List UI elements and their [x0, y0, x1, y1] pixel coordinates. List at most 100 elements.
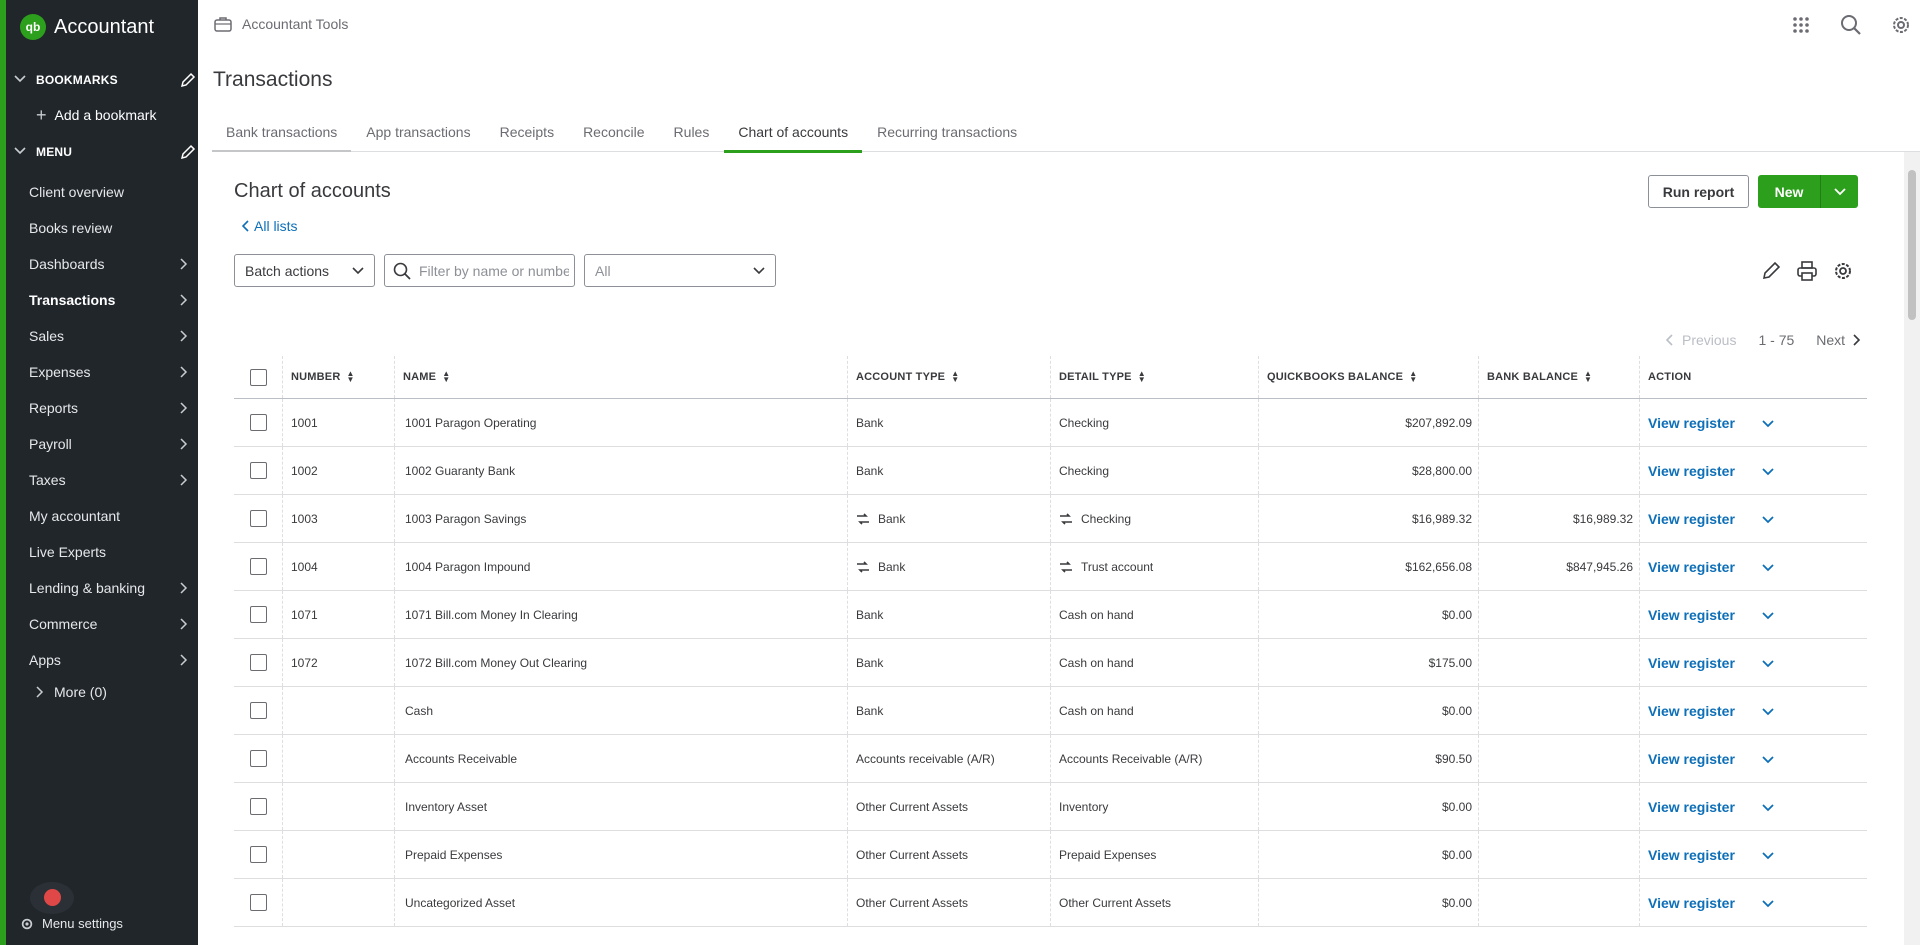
table-row[interactable]: Inventory Asset Other Current Assets Inven… [234, 783, 1867, 831]
chevron-down-icon[interactable] [1761, 848, 1775, 862]
tab-app-transactions[interactable]: App transactions [352, 118, 484, 152]
chevron-down-icon[interactable] [1761, 800, 1775, 814]
chevron-down-icon[interactable] [1761, 704, 1775, 718]
tab-reconcile[interactable]: Reconcile [569, 118, 658, 152]
table-row[interactable]: Cash Bank Cash on hand $0.00 View register [234, 687, 1867, 735]
scrollbar-thumb[interactable] [1908, 170, 1916, 320]
quickbooks-balance-text: $28,800.00 [1411, 463, 1472, 478]
row-checkbox[interactable] [249, 414, 267, 431]
sidebar-item-my-accountant[interactable]: My accountant [6, 498, 198, 534]
edit-pencil-icon[interactable] [1760, 260, 1782, 282]
sidebar-item-payroll[interactable]: Payroll [6, 426, 198, 462]
sidebar-item-apps[interactable]: Apps [6, 642, 198, 678]
row-checkbox[interactable] [249, 798, 267, 815]
sidebar-item-lending-banking[interactable]: Lending & banking [6, 570, 198, 606]
chevron-down-icon[interactable] [1761, 896, 1775, 910]
chevron-down-icon[interactable] [1761, 512, 1775, 526]
row-checkbox[interactable] [249, 750, 267, 767]
bookmarks-header[interactable]: BOOKMARKS [14, 72, 196, 88]
table-row[interactable]: 1004 1004 Paragon Impound Bank Trust accoun… [234, 543, 1867, 591]
view-register-link[interactable]: View register [1648, 415, 1735, 431]
detail-type-header[interactable]: DETAIL TYPE ▲ ▼ [1051, 356, 1259, 398]
search-icon[interactable] [1840, 14, 1862, 36]
next-page-button[interactable]: Next [1816, 332, 1861, 348]
gear-icon[interactable] [1890, 14, 1912, 36]
filter-input[interactable] [419, 262, 569, 279]
sidebar-item-live-experts[interactable]: Live Experts [6, 534, 198, 570]
chevron-down-icon[interactable] [1761, 752, 1775, 766]
row-checkbox[interactable] [249, 702, 267, 719]
select-all-checkbox[interactable] [249, 368, 267, 386]
edit-bookmarks-pencil-icon[interactable] [180, 72, 196, 88]
add-bookmark-link[interactable]: + Add a bookmark [36, 106, 156, 124]
previous-page-button[interactable]: Previous [1666, 332, 1736, 348]
table-row[interactable]: Accounts Receivable Accounts receivable (… [234, 735, 1867, 783]
view-register-link[interactable]: View register [1648, 463, 1735, 479]
view-register-link[interactable]: View register [1648, 847, 1735, 863]
view-register-link[interactable]: View register [1648, 895, 1735, 911]
tab-bank-transactions[interactable]: Bank transactions [212, 118, 352, 152]
table-settings-gear-icon[interactable] [1832, 260, 1854, 282]
view-register-link[interactable]: View register [1648, 655, 1735, 671]
table-row[interactable]: 1072 1072 Bill.com Money Out Clearing Bank… [234, 639, 1867, 687]
all-lists-link[interactable]: All lists [242, 218, 298, 234]
menu-settings-button[interactable]: Menu settings [20, 916, 123, 931]
row-checkbox[interactable] [249, 654, 267, 671]
table-row[interactable]: 1002 1002 Guaranty Bank Bank Checking $28,80… [234, 447, 1867, 495]
row-checkbox[interactable] [249, 846, 267, 863]
view-register-link[interactable]: View register [1648, 511, 1735, 527]
more-menu-item[interactable]: More (0) [36, 684, 107, 700]
run-report-button[interactable]: Run report [1648, 175, 1749, 208]
sidebar-item-books-review[interactable]: Books review [6, 210, 198, 246]
sidebar-item-expenses[interactable]: Expenses [6, 354, 198, 390]
sidebar-item-client-overview[interactable]: Client overview [6, 174, 198, 210]
row-checkbox[interactable] [249, 510, 267, 527]
account-type-select[interactable]: All [584, 254, 776, 287]
table-row[interactable]: 1001 1001 Paragon Operating Bank Checking $2… [234, 399, 1867, 447]
view-register-link[interactable]: View register [1648, 559, 1735, 575]
print-icon[interactable] [1796, 260, 1818, 282]
new-dropdown-button[interactable] [1820, 175, 1858, 208]
menu-header[interactable]: MENU [14, 144, 196, 160]
table-row[interactable]: 1071 1071 Bill.com Money In Clearing Bank C… [234, 591, 1867, 639]
sidebar-item-dashboards[interactable]: Dashboards [6, 246, 198, 282]
chevron-down-icon[interactable] [1761, 464, 1775, 478]
sidebar-item-commerce[interactable]: Commerce [6, 606, 198, 642]
edit-menu-pencil-icon[interactable] [180, 144, 196, 160]
row-checkbox[interactable] [249, 894, 267, 911]
page-scrollbar[interactable] [1904, 152, 1920, 945]
number-header[interactable]: NUMBER ▲ ▼ [283, 356, 395, 398]
sidebar-item-taxes[interactable]: Taxes [6, 462, 198, 498]
row-checkbox[interactable] [249, 606, 267, 623]
bank-balance-header[interactable]: BANK BALANCE ▲ ▼ [1479, 356, 1640, 398]
chevron-down-icon[interactable] [1761, 608, 1775, 622]
chevron-down-icon[interactable] [1761, 656, 1775, 670]
view-register-link[interactable]: View register [1648, 799, 1735, 815]
new-button[interactable]: New [1758, 175, 1820, 208]
tab-chart-of-accounts[interactable]: Chart of accounts [724, 118, 862, 153]
logo[interactable]: qb Accountant [20, 14, 154, 40]
table-row[interactable]: Uncategorized Asset Other Current Assets O… [234, 879, 1867, 927]
view-register-link[interactable]: View register [1648, 751, 1735, 767]
apps-grid-icon[interactable] [1790, 14, 1812, 36]
sidebar-item-sales[interactable]: Sales [6, 318, 198, 354]
tab-recurring-transactions[interactable]: Recurring transactions [863, 118, 1031, 152]
row-checkbox[interactable] [249, 462, 267, 479]
tab-receipts[interactable]: Receipts [486, 118, 568, 152]
view-register-link[interactable]: View register [1648, 703, 1735, 719]
batch-actions-dropdown[interactable]: Batch actions [234, 254, 375, 287]
chevron-down-icon[interactable] [1761, 560, 1775, 574]
row-checkbox[interactable] [249, 558, 267, 575]
view-register-link[interactable]: View register [1648, 607, 1735, 623]
qb-balance-header[interactable]: QUICKBOOKS BALANCE ▲ ▼ [1259, 356, 1479, 398]
table-row[interactable]: Prepaid Expenses Other Current Assets Prep… [234, 831, 1867, 879]
account-type-header[interactable]: ACCOUNT TYPE ▲ ▼ [848, 356, 1051, 398]
chevron-down-icon[interactable] [1761, 416, 1775, 430]
name-header[interactable]: NAME ▲ ▼ [395, 356, 848, 398]
accountant-tools-button[interactable]: Accountant Tools [214, 16, 348, 32]
table-row[interactable]: 1003 1003 Paragon Savings Bank Checking $16,… [234, 495, 1867, 543]
tab-rules[interactable]: Rules [660, 118, 724, 152]
sidebar-item-transactions[interactable]: Transactions [6, 282, 198, 318]
record-indicator[interactable] [30, 882, 74, 914]
sidebar-item-reports[interactable]: Reports [6, 390, 198, 426]
